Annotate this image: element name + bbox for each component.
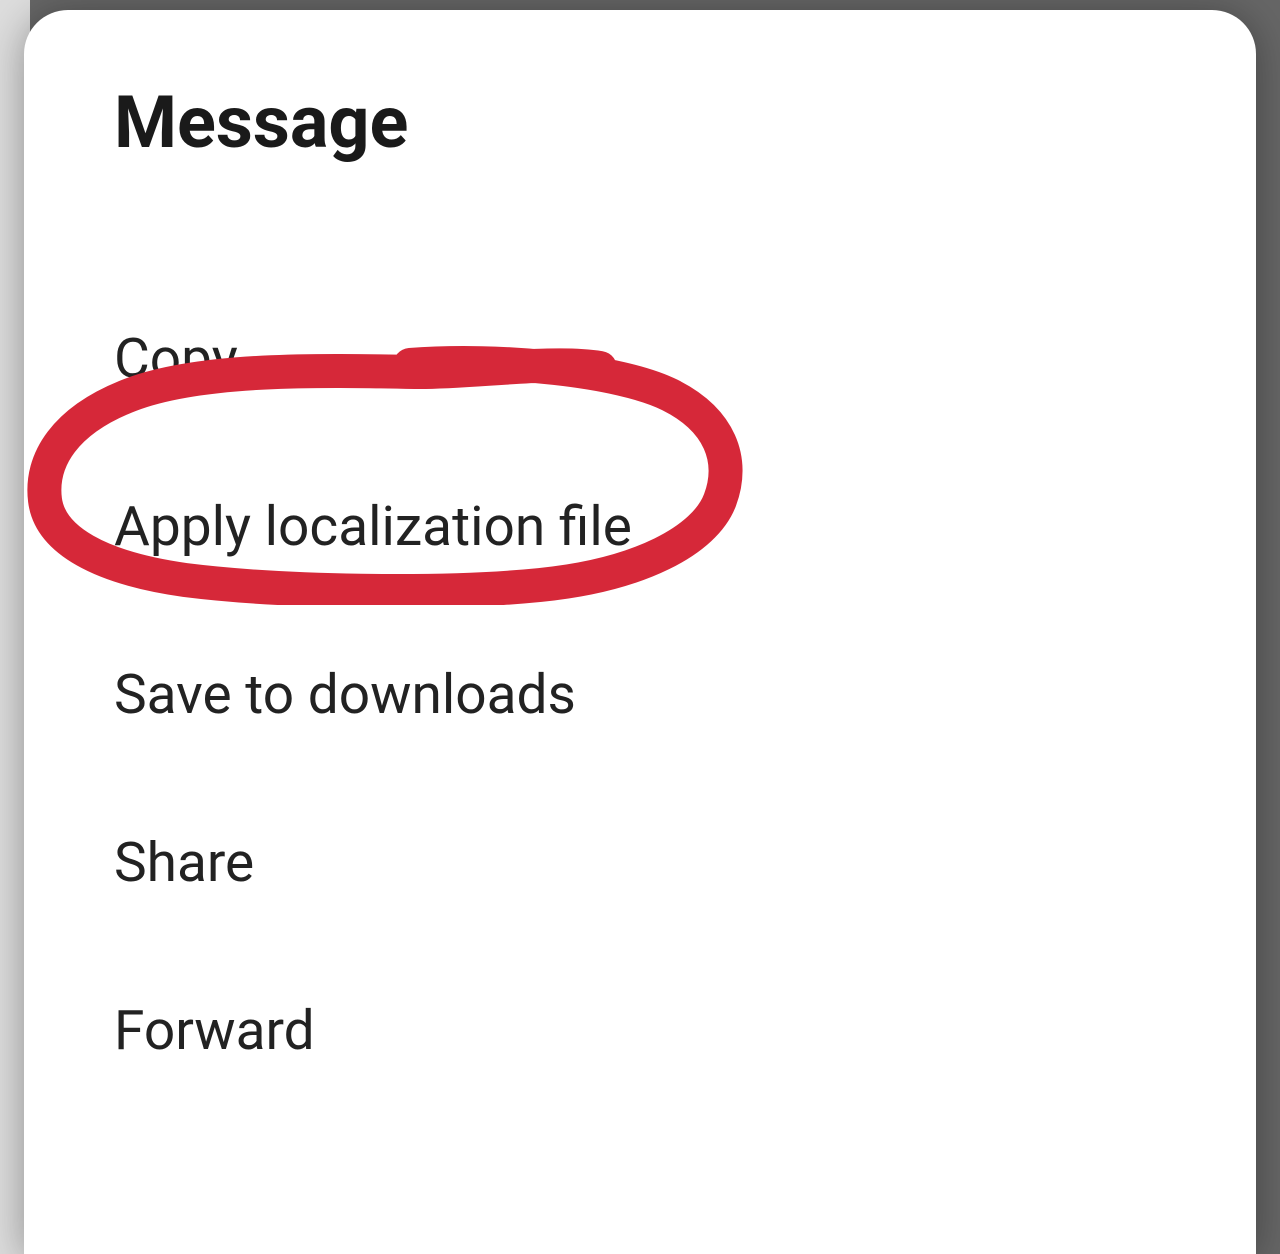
menu-item-share[interactable]: Share (114, 779, 1166, 947)
menu-item-save-to-downloads[interactable]: Save to downloads (114, 611, 1166, 779)
message-context-menu: Message Copy Apply localization file Sav… (24, 10, 1256, 1254)
dialog-title: Message (114, 80, 1166, 165)
menu-item-copy[interactable]: Copy (114, 275, 1166, 443)
menu-item-apply-localization-file[interactable]: Apply localization file (114, 443, 1166, 611)
menu-list: Copy Apply localization file Save to dow… (114, 275, 1166, 1115)
menu-item-forward[interactable]: Forward (114, 947, 1166, 1115)
